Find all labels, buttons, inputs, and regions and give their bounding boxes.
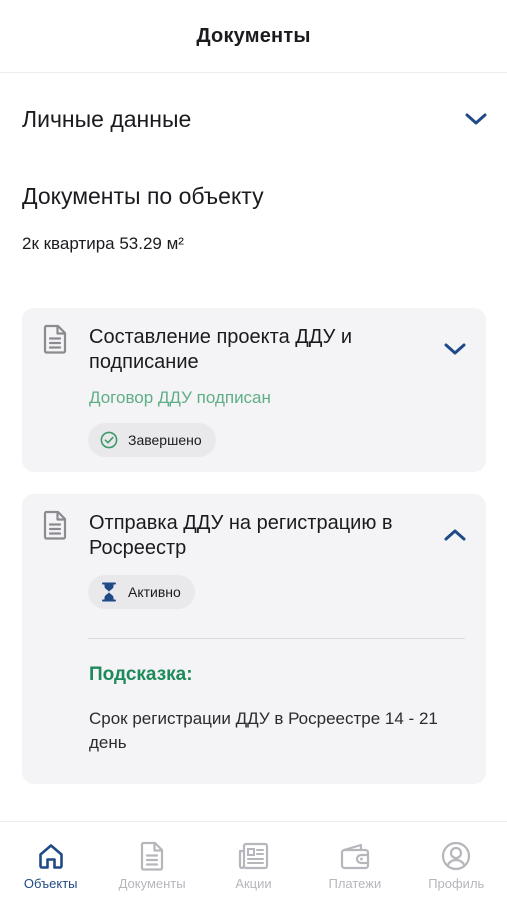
home-icon [35, 840, 67, 872]
tab-label: Акции [235, 876, 272, 891]
status-badge-label: Активно [128, 584, 181, 600]
document-card[interactable]: Составление проекта ДДУ и подписание Дог… [22, 308, 486, 472]
tab-label: Платежи [328, 876, 382, 891]
status-badge: Завершено [88, 423, 216, 457]
profile-icon [440, 840, 472, 872]
tab-payments[interactable]: Платежи [304, 822, 405, 900]
page-title: Документы [196, 25, 311, 47]
document-card[interactable]: Отправка ДДУ на регистрацию в Росреестр … [22, 494, 486, 784]
tab-promotions[interactable]: Акции [203, 822, 304, 900]
chevron-down-icon[interactable] [442, 336, 468, 362]
card-title: Отправка ДДУ на регистрацию в Росреестр [89, 512, 393, 559]
top-bar: Документы [0, 0, 507, 73]
object-name: 2к квартира 53.29 м² [22, 234, 184, 253]
divider [88, 638, 465, 639]
check-circle-icon [100, 431, 118, 449]
card-title: Составление проекта ДДУ и подписание [89, 326, 353, 373]
tab-objects[interactable]: Объекты [0, 822, 101, 900]
tab-label: Профиль [428, 876, 485, 891]
personal-data-row[interactable]: Личные данные [22, 100, 488, 138]
document-icon [42, 510, 68, 540]
wallet-icon [339, 840, 371, 872]
personal-data-label: Личные данные [22, 105, 192, 132]
tab-profile[interactable]: Профиль [406, 822, 507, 900]
news-icon [237, 840, 269, 872]
tab-label: Документы [118, 876, 186, 891]
tab-documents[interactable]: Документы [101, 822, 202, 900]
section-title: Документы по объекту [22, 183, 264, 209]
hint-text: Срок регистрации ДДУ в Росреестре 14 - 2… [89, 709, 438, 752]
hint-title: Подсказка: [89, 664, 193, 685]
status-badge: Активно [88, 575, 195, 609]
chevron-up-icon[interactable] [442, 522, 468, 548]
chevron-down-icon[interactable] [464, 107, 488, 131]
document-icon [42, 324, 68, 354]
status-badge-label: Завершено [128, 432, 202, 448]
bottom-tab-bar: Объекты Документы Акции Платежи Профиль [0, 821, 507, 900]
card-status-text: Договор ДДУ подписан [89, 388, 271, 407]
tab-label: Объекты [23, 876, 78, 891]
documents-screen: Документы Личные данные Документы по объ… [0, 0, 507, 900]
document-icon [136, 840, 168, 872]
hourglass-icon [100, 582, 118, 602]
